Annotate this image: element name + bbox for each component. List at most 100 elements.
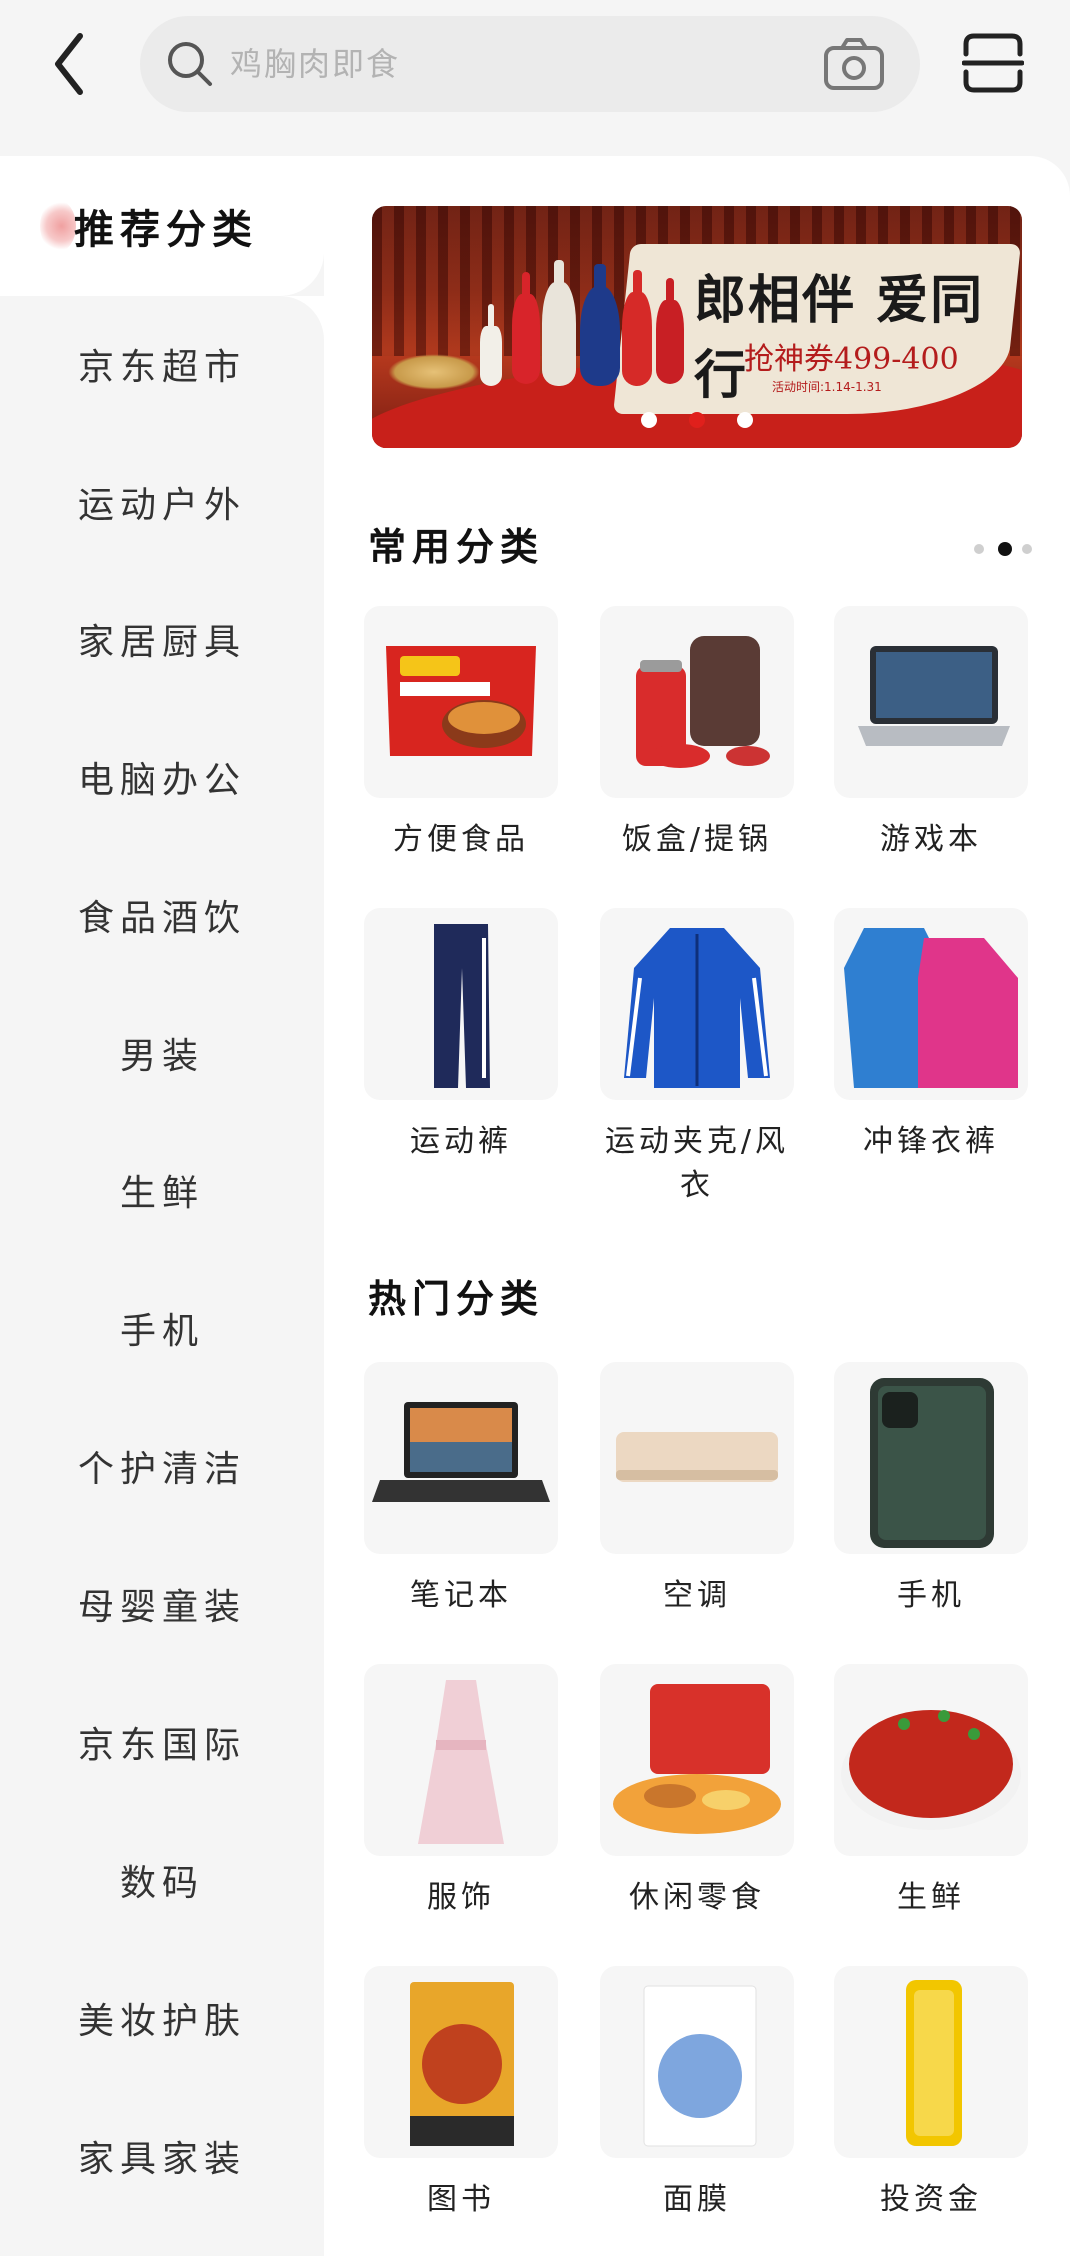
sidebar-item-label: 手机 xyxy=(119,1311,204,1352)
category-label[interactable]: 图书 xyxy=(361,2178,561,2222)
gaming-laptop-icon xyxy=(858,646,1010,746)
sidebar-item-baby-kids[interactable]: 母婴童装 xyxy=(0,1554,324,1654)
sidebar-item-jd-international[interactable]: 京东国际 xyxy=(0,1692,324,1792)
wheat-decoration xyxy=(388,354,480,390)
sidebar-item-beauty[interactable]: 美妆护肤 xyxy=(0,1968,324,2068)
category-label[interactable]: 运动夹克/风衣 xyxy=(597,1120,797,1208)
scan-icon[interactable] xyxy=(962,32,1024,94)
category-label[interactable]: 休闲零食 xyxy=(597,1876,797,1920)
category-label[interactable]: 面膜 xyxy=(597,2178,797,2222)
category-label[interactable]: 空调 xyxy=(597,1574,797,1618)
smartphone-icon xyxy=(870,1378,994,1548)
category-tile-gold[interactable] xyxy=(834,1966,1028,2158)
camera-icon[interactable] xyxy=(822,36,886,92)
sidebar-item-sports-outdoor[interactable]: 运动户外 xyxy=(0,452,324,552)
category-tile-sport-jacket[interactable] xyxy=(600,908,794,1100)
category-label[interactable]: 生鲜 xyxy=(831,1876,1031,1920)
page-dot xyxy=(1022,544,1032,554)
sidebar-item-furniture[interactable]: 家具家装 xyxy=(0,2106,324,2206)
sidebar-item-label: 生鲜 xyxy=(119,1173,204,1214)
top-bar: 鸡胸肉即食 xyxy=(0,0,1070,150)
sidebar-item-label: 母婴童装 xyxy=(77,1587,246,1628)
book-icon xyxy=(410,1982,514,2146)
category-label[interactable]: 投资金 xyxy=(831,2178,1031,2222)
category-tile-dress[interactable] xyxy=(364,1664,558,1856)
face-mask-icon xyxy=(643,1985,757,2147)
gold-bar-icon xyxy=(906,1980,962,2146)
page-dot xyxy=(998,542,1012,556)
sidebar-item-menswear[interactable]: 男装 xyxy=(0,1003,324,1103)
page-dot xyxy=(974,544,984,554)
sidebar-item-digital[interactable]: 数码 xyxy=(0,1830,324,1930)
sidebar-item-label: 数码 xyxy=(119,1863,204,1904)
category-label[interactable]: 方便食品 xyxy=(361,818,561,862)
search-icon xyxy=(168,42,212,86)
category-tile-lunch-box[interactable] xyxy=(600,606,794,798)
category-label[interactable]: 手机 xyxy=(831,1574,1031,1618)
banner-date: 活动时间:1.14-1.31 xyxy=(772,380,882,394)
sidebar-item-label: 家居厨具 xyxy=(77,622,246,663)
section-title-common: 常用分类 xyxy=(368,525,545,569)
banner-dot xyxy=(641,412,657,428)
category-label[interactable]: 饭盒/提锅 xyxy=(597,818,797,862)
category-tile-smartphone[interactable] xyxy=(834,1362,1028,1554)
category-tile-books[interactable] xyxy=(364,1966,558,2158)
category-label[interactable]: 服饰 xyxy=(361,1876,561,1920)
sidebar-item-label: 个护清洁 xyxy=(77,1449,246,1490)
outdoor-jacket-icon xyxy=(844,928,1018,1088)
sport-pants-icon xyxy=(434,924,490,1088)
banner-pagination xyxy=(372,412,1022,428)
section-title-hot: 热门分类 xyxy=(368,1277,545,1321)
sidebar-item-personal-care[interactable]: 个护清洁 xyxy=(0,1416,324,1516)
laptop-icon xyxy=(372,1402,550,1502)
sidebar-item-label: 家具家装 xyxy=(77,2139,246,2180)
active-indicator xyxy=(40,200,76,252)
category-tile-laptop[interactable] xyxy=(364,1362,558,1554)
sport-jacket-icon xyxy=(624,928,770,1088)
category-content: 郎相伴 爱同行 抢神券499-400 活动时间:1.14-1.31 常用分类 方… xyxy=(324,156,1070,2256)
liquor-bottle-icon xyxy=(656,278,684,384)
dress-icon xyxy=(418,1680,504,1844)
sidebar-item-recommended[interactable]: 推荐分类 xyxy=(0,156,324,296)
category-tile-face-mask[interactable] xyxy=(600,1966,794,2158)
category-tile-outdoor-jacket[interactable] xyxy=(834,908,1028,1100)
category-label[interactable]: 游戏本 xyxy=(831,818,1031,862)
category-label[interactable]: 冲锋衣裤 xyxy=(831,1120,1031,1164)
search-bar[interactable]: 鸡胸肉即食 xyxy=(140,16,920,112)
banner-dot xyxy=(737,412,753,428)
category-sidebar: 推荐分类 京东超市 运动户外 家居厨具 电脑办公 食品酒饮 男装 生鲜 手机 个… xyxy=(0,156,324,2256)
category-page: 推荐分类 京东超市 运动户外 家居厨具 电脑办公 食品酒饮 男装 生鲜 手机 个… xyxy=(0,156,1070,2256)
category-tile-sport-pants[interactable] xyxy=(364,908,558,1100)
sidebar-item-fresh[interactable]: 生鲜 xyxy=(0,1140,324,1240)
sidebar-item-jd-supermarket[interactable]: 京东超市 xyxy=(0,314,324,414)
liquor-bottle-icon xyxy=(580,264,620,386)
sidebar-item-label: 京东超市 xyxy=(77,347,246,388)
category-label[interactable]: 笔记本 xyxy=(361,1574,561,1618)
category-tile-snacks[interactable] xyxy=(600,1664,794,1856)
liquor-bottle-icon xyxy=(512,272,540,384)
sidebar-item-phones[interactable]: 手机 xyxy=(0,1278,324,1378)
crayfish-icon xyxy=(841,1710,1021,1830)
snacks-icon xyxy=(613,1684,781,1834)
back-button[interactable] xyxy=(44,26,100,102)
banner-dot xyxy=(689,412,705,428)
sidebar-item-label: 运动户外 xyxy=(77,485,246,526)
search-input[interactable]: 鸡胸肉即食 xyxy=(230,16,400,112)
category-tile-air-conditioner[interactable] xyxy=(600,1362,794,1554)
sidebar-item-computer-office[interactable]: 电脑办公 xyxy=(0,727,324,827)
sidebar-item-label: 京东国际 xyxy=(77,1725,246,1766)
section-pagination xyxy=(974,540,1044,560)
sidebar-item-food-drinks[interactable]: 食品酒饮 xyxy=(0,865,324,965)
sidebar-item-label: 推荐分类 xyxy=(74,207,258,253)
promo-banner[interactable]: 郎相伴 爱同行 抢神券499-400 活动时间:1.14-1.31 xyxy=(372,206,1022,448)
category-label[interactable]: 运动裤 xyxy=(361,1120,561,1164)
sidebar-item-label: 电脑办公 xyxy=(77,760,246,801)
instant-noodles-icon xyxy=(386,646,536,756)
liquor-bottle-icon xyxy=(622,270,652,386)
sidebar-item-home-kitchen[interactable]: 家居厨具 xyxy=(0,589,324,689)
category-tile-instant-food[interactable] xyxy=(364,606,558,798)
category-tile-gaming-laptop[interactable] xyxy=(834,606,1028,798)
banner-subtitle: 抢神券499-400 xyxy=(744,342,959,377)
category-tile-crayfish[interactable] xyxy=(834,1664,1028,1856)
sidebar-item-label: 男装 xyxy=(119,1036,204,1077)
